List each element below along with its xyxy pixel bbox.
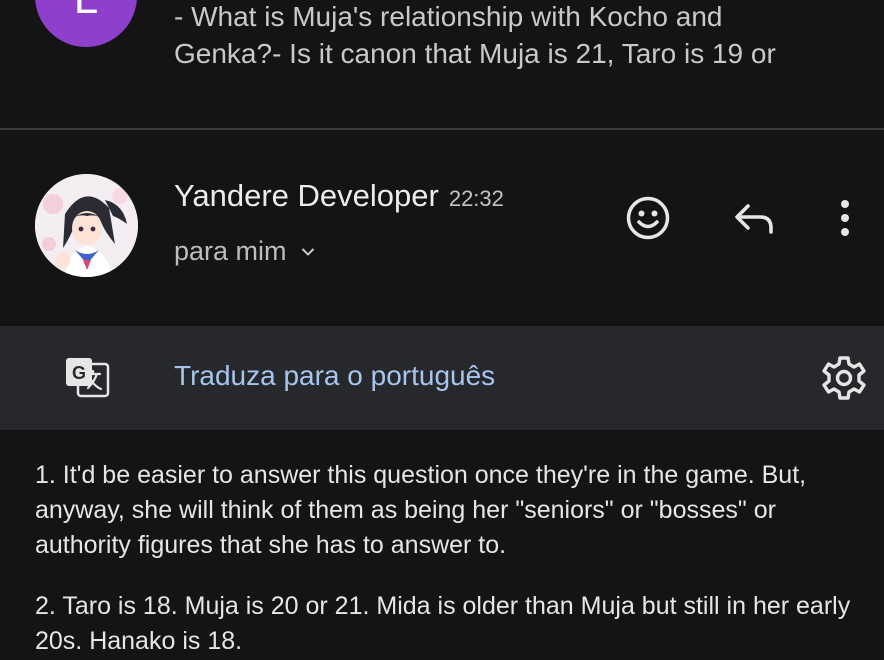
previous-message[interactable]: L - What is Muja's relationship with Koc… [0, 0, 884, 130]
recipient-details-toggle[interactable]: para mim [174, 236, 315, 267]
message-body: 1. It'd be easier to answer this questio… [35, 458, 855, 660]
reply-button[interactable] [728, 194, 780, 242]
translate-link[interactable]: Traduza para o português [174, 360, 495, 392]
sender-name-row: Yandere Developer 22:32 [174, 178, 504, 214]
chevron-down-icon [301, 248, 314, 255]
sender-avatar[interactable] [35, 174, 138, 277]
gear-icon[interactable] [820, 354, 868, 402]
previous-message-snippet: - What is Muja's relationship with Kocho… [174, 0, 864, 72]
vertical-ellipsis-icon [841, 200, 849, 236]
body-paragraph: 2. Taro is 18. Muja is 20 or 21. Mida is… [35, 592, 851, 655]
translate-bar: G Traduza para o português [0, 326, 884, 430]
more-options-button[interactable] [830, 194, 860, 242]
smiley-face-icon [626, 196, 670, 240]
emoji-reaction-button[interactable] [622, 192, 674, 244]
reply-arrow-icon [735, 204, 773, 234]
email-thread-screen: L - What is Muja's relationship with Koc… [0, 0, 884, 660]
snippet-line: Genka?- Is it canon that Muja is 21, Tar… [174, 38, 776, 69]
anime-character-avatar-image [35, 174, 138, 277]
recipient-label: para mim [174, 236, 287, 266]
snippet-line: - What is Muja's relationship with Kocho… [174, 1, 723, 32]
google-translate-icon: G [66, 358, 110, 398]
message-divider [0, 128, 884, 130]
sender-name: Yandere Developer [174, 178, 439, 213]
avatar-initial: L [74, 0, 98, 47]
body-paragraph: 1. It'd be easier to answer this questio… [35, 461, 807, 559]
previous-sender-avatar: L [35, 0, 137, 47]
message-time: 22:32 [448, 186, 504, 211]
svg-text:G: G [72, 363, 86, 383]
